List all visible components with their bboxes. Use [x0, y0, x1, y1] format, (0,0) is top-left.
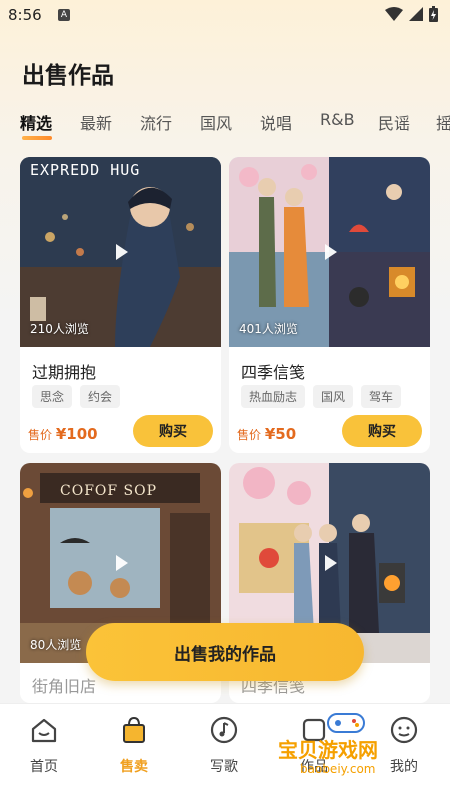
active-tab-indicator: [22, 136, 52, 140]
cover-text: COFOF SOP: [60, 483, 158, 499]
play-icon[interactable]: [115, 555, 128, 571]
buy-button[interactable]: 购买: [133, 415, 213, 447]
tag: 热血励志: [241, 385, 306, 408]
nav-label: 写歌: [210, 759, 238, 775]
price-value: ¥100: [55, 425, 98, 443]
card-title: 过期拥抱: [32, 363, 97, 382]
tab-featured[interactable]: 精选: [20, 110, 52, 134]
play-icon[interactable]: [324, 555, 337, 571]
card-title: 四季信笺: [241, 363, 306, 382]
view-count: 80人浏览: [30, 638, 82, 652]
price-label: 售价: [237, 428, 262, 442]
card-title: 街角旧店: [32, 677, 97, 696]
tag: 思念: [32, 385, 73, 408]
watermark-url: baobeiy.com: [300, 762, 376, 776]
wifi-icon: [385, 7, 403, 21]
play-icon[interactable]: [324, 244, 337, 260]
nav-label: 售卖: [120, 759, 148, 775]
tab-folk[interactable]: 民谣: [378, 110, 410, 134]
view-count: 401人浏览: [239, 322, 298, 336]
tag-list: 思念 约会: [32, 385, 121, 408]
tab-popular[interactable]: 流行: [140, 110, 172, 134]
home-icon: [31, 718, 57, 743]
tab-rap[interactable]: 说唱: [260, 110, 292, 134]
tag: 驾车: [361, 385, 402, 408]
buy-button[interactable]: 购买: [342, 415, 422, 447]
nav-label: 首页: [30, 759, 58, 775]
watermark: 宝贝游戏网 baobeiy.com: [274, 704, 424, 784]
view-count: 210人浏览: [30, 322, 89, 336]
nav-item-sell[interactable]: 售卖: [104, 716, 164, 776]
signal-icon: [409, 7, 423, 21]
price-label: 售价: [28, 428, 53, 442]
notification-a-icon: A: [58, 9, 70, 21]
gamepad-icon: [327, 713, 365, 733]
status-icons: [385, 6, 438, 22]
cover-text: EXPREDD HUG: [30, 161, 141, 179]
card-cover-image[interactable]: 401人浏览: [229, 157, 430, 347]
category-tabs: 精选 最新 流行 国风 说唱 R&B 民谣 摇: [0, 110, 450, 146]
status-bar: 8:56 A: [0, 0, 450, 32]
tag-list: 热血励志 国风 驾车: [241, 385, 402, 408]
tab-chinese-style[interactable]: 国风: [200, 110, 232, 134]
battery-icon: [429, 6, 438, 22]
price-value: ¥50: [264, 425, 297, 443]
music-icon: [210, 716, 238, 744]
watermark-text: 宝贝游戏网: [278, 738, 378, 762]
price: 售价 ¥100: [28, 425, 98, 443]
tag: 国风: [313, 385, 354, 408]
price: 售价 ¥50: [237, 425, 296, 443]
sell-my-work-button[interactable]: 出售我的作品: [86, 623, 364, 681]
play-icon[interactable]: [115, 244, 128, 260]
tab-latest[interactable]: 最新: [80, 110, 112, 134]
page-title: 出售作品: [22, 63, 114, 89]
status-time: 8:56: [8, 6, 42, 24]
card-cover-image[interactable]: EXPREDD HUG 210人浏览: [20, 157, 221, 347]
tab-rnb[interactable]: R&B: [320, 110, 355, 129]
nav-item-home[interactable]: 首页: [14, 716, 74, 776]
bag-icon: [123, 716, 145, 743]
tab-rock[interactable]: 摇: [436, 110, 450, 134]
tag: 约会: [80, 385, 121, 408]
product-card[interactable]: EXPREDD HUG 210人浏览 过期拥抱 思念 约会 售价 ¥100 购买: [20, 157, 221, 453]
nav-item-write-song[interactable]: 写歌: [194, 716, 254, 776]
product-card[interactable]: 401人浏览 四季信笺 热血励志 国风 驾车 售价 ¥50 购买: [229, 157, 430, 453]
